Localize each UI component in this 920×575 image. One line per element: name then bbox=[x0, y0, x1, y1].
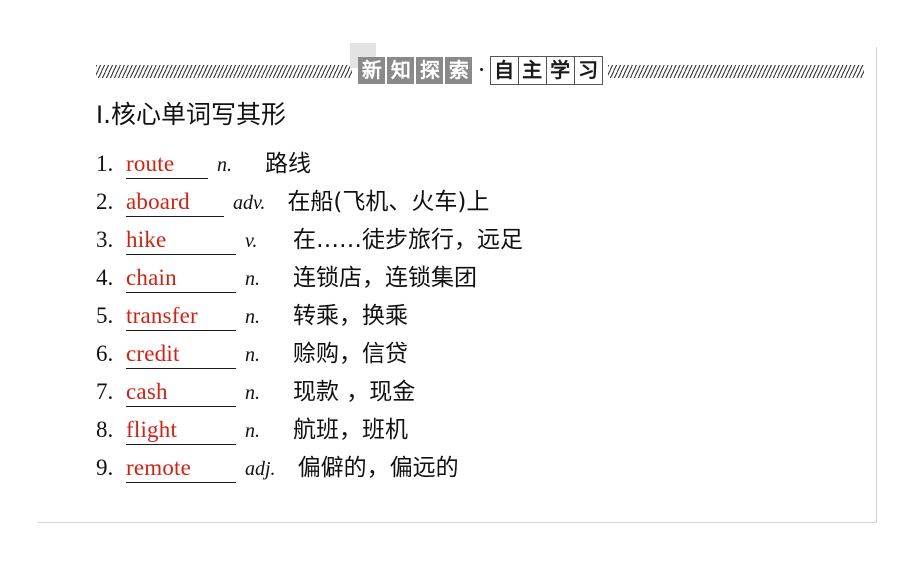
list-item: 6. credit n. 赊购，信贷 bbox=[96, 334, 866, 372]
answer-blank[interactable]: remote bbox=[126, 455, 236, 483]
part-of-speech: adj. bbox=[245, 458, 276, 480]
hatch-rule-right bbox=[607, 64, 864, 78]
answer-blank[interactable]: aboard bbox=[126, 189, 224, 217]
list-item: 1. route n. 路线 bbox=[96, 144, 866, 182]
page-title: Ⅰ.核心单词写其形 bbox=[96, 102, 286, 128]
definition-text: 在船(飞机、火车)上 bbox=[287, 189, 490, 215]
answer-blank[interactable]: transfer bbox=[126, 303, 236, 331]
item-number: 7. bbox=[96, 379, 114, 404]
definition-text: 转乘，换乘 bbox=[293, 303, 408, 329]
section-banner: 新 知 探 索 · 自 主 学 习 bbox=[96, 43, 864, 88]
list-item: 5. transfer n. 转乘，换乘 bbox=[96, 296, 866, 334]
definition-text: 连锁店，连锁集团 bbox=[293, 265, 477, 291]
part-of-speech: n. bbox=[245, 382, 260, 404]
answer-word: hike bbox=[126, 227, 167, 252]
part-of-speech: n. bbox=[245, 420, 260, 442]
banner-char-outline-2: 主 bbox=[517, 55, 547, 85]
item-number: 2. bbox=[96, 189, 114, 214]
section-title-text: 核心单词写其形 bbox=[111, 100, 287, 129]
definition-text: 现款 ，现金 bbox=[293, 379, 416, 405]
banner-char-solid-1: 新 bbox=[358, 56, 386, 84]
item-number: 4. bbox=[96, 265, 114, 290]
banner-char-outline-1: 自 bbox=[489, 55, 519, 85]
answer-word: transfer bbox=[126, 303, 198, 328]
banner-char-solid-3: 探 bbox=[416, 56, 444, 84]
page-border-bottom bbox=[38, 522, 877, 523]
answer-word: cash bbox=[126, 379, 168, 404]
list-item: 8. flight n. 航班，班机 bbox=[96, 410, 866, 448]
answer-blank[interactable]: flight bbox=[126, 417, 236, 445]
banner-separator-dot: · bbox=[478, 59, 485, 81]
answer-blank[interactable]: chain bbox=[126, 265, 236, 293]
answer-word: flight bbox=[126, 417, 178, 442]
definition-text: 航班，班机 bbox=[293, 417, 408, 443]
page-border-right bbox=[876, 47, 877, 523]
banner-char-outline-4: 习 bbox=[573, 55, 603, 85]
item-number: 9. bbox=[96, 455, 114, 480]
item-number: 6. bbox=[96, 341, 114, 366]
banner-char-solid-4: 索 bbox=[445, 56, 473, 84]
part-of-speech: n. bbox=[245, 306, 260, 328]
answer-word: aboard bbox=[126, 189, 190, 214]
part-of-speech: adv. bbox=[233, 192, 266, 214]
answer-blank[interactable]: route bbox=[126, 151, 208, 179]
definition-text: 在……徒步旅行，远足 bbox=[293, 227, 523, 253]
part-of-speech: n. bbox=[245, 344, 260, 366]
item-number: 5. bbox=[96, 303, 114, 328]
answer-word: credit bbox=[126, 341, 180, 366]
list-item: 2. aboard adv. 在船(飞机、火车)上 bbox=[96, 182, 866, 220]
definition-text: 偏僻的，偏远的 bbox=[297, 455, 459, 481]
banner-char-outline-3: 学 bbox=[545, 55, 575, 85]
hatch-rule-left bbox=[96, 64, 353, 78]
section-dot: . bbox=[103, 100, 112, 129]
part-of-speech: v. bbox=[245, 230, 258, 252]
slide-page: 新 知 探 索 · 自 主 学 习 Ⅰ.核心单词写其形 1. route n. 路线 2… bbox=[0, 0, 920, 575]
definition-text: 路线 bbox=[265, 151, 311, 177]
list-item: 9. remote adj. 偏僻的，偏远的 bbox=[96, 448, 866, 486]
part-of-speech: n. bbox=[217, 154, 232, 176]
answer-blank[interactable]: hike bbox=[126, 227, 236, 255]
list-item: 3. hike v. 在……徒步旅行，远足 bbox=[96, 220, 866, 258]
list-item: 7. cash n. 现款 ，现金 bbox=[96, 372, 866, 410]
list-item: 4. chain n. 连锁店，连锁集团 bbox=[96, 258, 866, 296]
item-number: 8. bbox=[96, 417, 114, 442]
answer-blank[interactable]: cash bbox=[126, 379, 236, 407]
answer-word: route bbox=[126, 151, 175, 176]
item-number: 3. bbox=[96, 227, 114, 252]
banner-title-group: 新 知 探 索 · 自 主 学 习 bbox=[350, 43, 603, 88]
vocabulary-list: 1. route n. 路线 2. aboard adv. 在船(飞机、火车)上 3. hike v… bbox=[96, 144, 866, 486]
definition-text: 赊购，信贷 bbox=[293, 341, 408, 367]
answer-blank[interactable]: credit bbox=[126, 341, 236, 369]
banner-outline-group: 自 主 学 习 bbox=[489, 55, 603, 85]
part-of-speech: n. bbox=[245, 268, 260, 290]
answer-word: chain bbox=[126, 265, 177, 290]
item-number: 1. bbox=[96, 151, 114, 176]
answer-word: remote bbox=[126, 455, 192, 480]
banner-char-solid-2: 知 bbox=[387, 56, 415, 84]
